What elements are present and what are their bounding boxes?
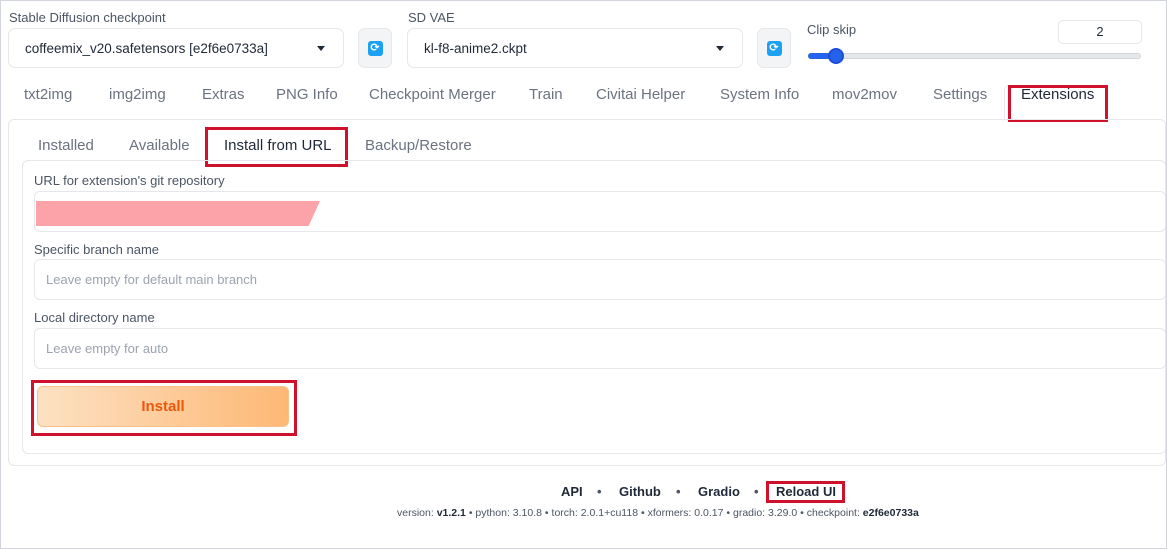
checkpoint-value: coffeemix_v20.safetensors [e2f6e0733a]: [25, 40, 268, 56]
footer-link-api[interactable]: API: [561, 484, 583, 499]
torch-value: 2.0.1+cu118: [580, 507, 639, 519]
refresh-icon: ⟳: [367, 40, 383, 56]
redacted-url: [36, 201, 320, 226]
tab-settings[interactable]: Settings: [933, 86, 987, 103]
python-key: python:: [475, 507, 513, 519]
tab-extras[interactable]: Extras: [202, 86, 245, 103]
version-separator: •: [726, 507, 731, 519]
gradio-key: gradio:: [732, 507, 769, 519]
tab-system-info[interactable]: System Info: [720, 86, 799, 103]
clip-skip-slider-thumb[interactable]: [827, 48, 844, 64]
tab-civitai-helper[interactable]: Civitai Helper: [596, 86, 685, 103]
tab-extensions[interactable]: Extensions: [1021, 86, 1094, 103]
vae-label: SD VAE: [408, 10, 455, 25]
chevron-down-icon: [317, 46, 325, 51]
vae-dropdown[interactable]: kl-f8-anime2.ckpt: [407, 28, 743, 68]
tab-txt2img[interactable]: txt2img: [24, 86, 72, 103]
footer-link-reload-ui[interactable]: Reload UI: [776, 484, 836, 499]
clip-skip-slider-track[interactable]: [808, 53, 1141, 59]
gradio-value: 3.29.0: [768, 507, 798, 519]
version-key: version:: [397, 507, 437, 519]
version-separator: •: [468, 507, 473, 519]
version-info: version: v1.2.1 • python: 3.10.8 • torch…: [397, 507, 919, 519]
footer-separator: •: [676, 484, 681, 499]
checkpoint-dropdown[interactable]: coffeemix_v20.safetensors [e2f6e0733a]: [8, 28, 344, 68]
tab-png-info[interactable]: PNG Info: [276, 86, 338, 103]
install-button[interactable]: Install: [37, 386, 289, 427]
tab-checkpoint-merger[interactable]: Checkpoint Merger: [369, 86, 496, 103]
footer-separator: •: [754, 484, 759, 499]
subtab-installed[interactable]: Installed: [38, 137, 94, 154]
version-separator: •: [640, 507, 645, 519]
checkpoint-refresh-button[interactable]: ⟳: [358, 28, 392, 68]
xformers-key: xformers:: [647, 507, 695, 519]
clip-skip-label: Clip skip: [807, 22, 857, 37]
chevron-down-icon: [716, 46, 724, 51]
version-separator: •: [544, 507, 549, 519]
torch-key: torch:: [551, 507, 581, 519]
vae-refresh-button[interactable]: ⟳: [757, 28, 791, 68]
footer-separator: •: [597, 484, 602, 499]
footer-link-github[interactable]: Github: [619, 484, 661, 499]
directory-label: Local directory name: [34, 310, 155, 325]
subtab-available[interactable]: Available: [129, 137, 190, 154]
clip-skip-number-input[interactable]: 2: [1058, 20, 1142, 44]
tab-train[interactable]: Train: [529, 86, 563, 103]
subtab-install-from-url[interactable]: Install from URL: [224, 137, 332, 154]
subtab-backup-restore[interactable]: Backup/Restore: [365, 137, 472, 154]
url-label: URL for extension's git repository: [34, 173, 225, 188]
checkpoint-hash-value: e2f6e0733a: [862, 507, 919, 519]
refresh-icon: ⟳: [766, 40, 782, 56]
directory-input[interactable]: [34, 328, 1166, 369]
footer-link-gradio[interactable]: Gradio: [698, 484, 740, 499]
checkpoint-label: Stable Diffusion checkpoint: [9, 10, 166, 25]
branch-input[interactable]: [34, 259, 1166, 300]
version-value: v1.2.1: [436, 507, 466, 519]
python-value: 3.10.8: [512, 507, 542, 519]
tab-img2img[interactable]: img2img: [109, 86, 166, 103]
xformers-value: 0.0.17: [694, 507, 724, 519]
vae-value: kl-f8-anime2.ckpt: [424, 40, 527, 56]
checkpoint-key: checkpoint:: [806, 507, 863, 519]
tab-mov2mov[interactable]: mov2mov: [832, 86, 897, 103]
branch-label: Specific branch name: [34, 242, 160, 257]
version-separator: •: [800, 507, 804, 519]
